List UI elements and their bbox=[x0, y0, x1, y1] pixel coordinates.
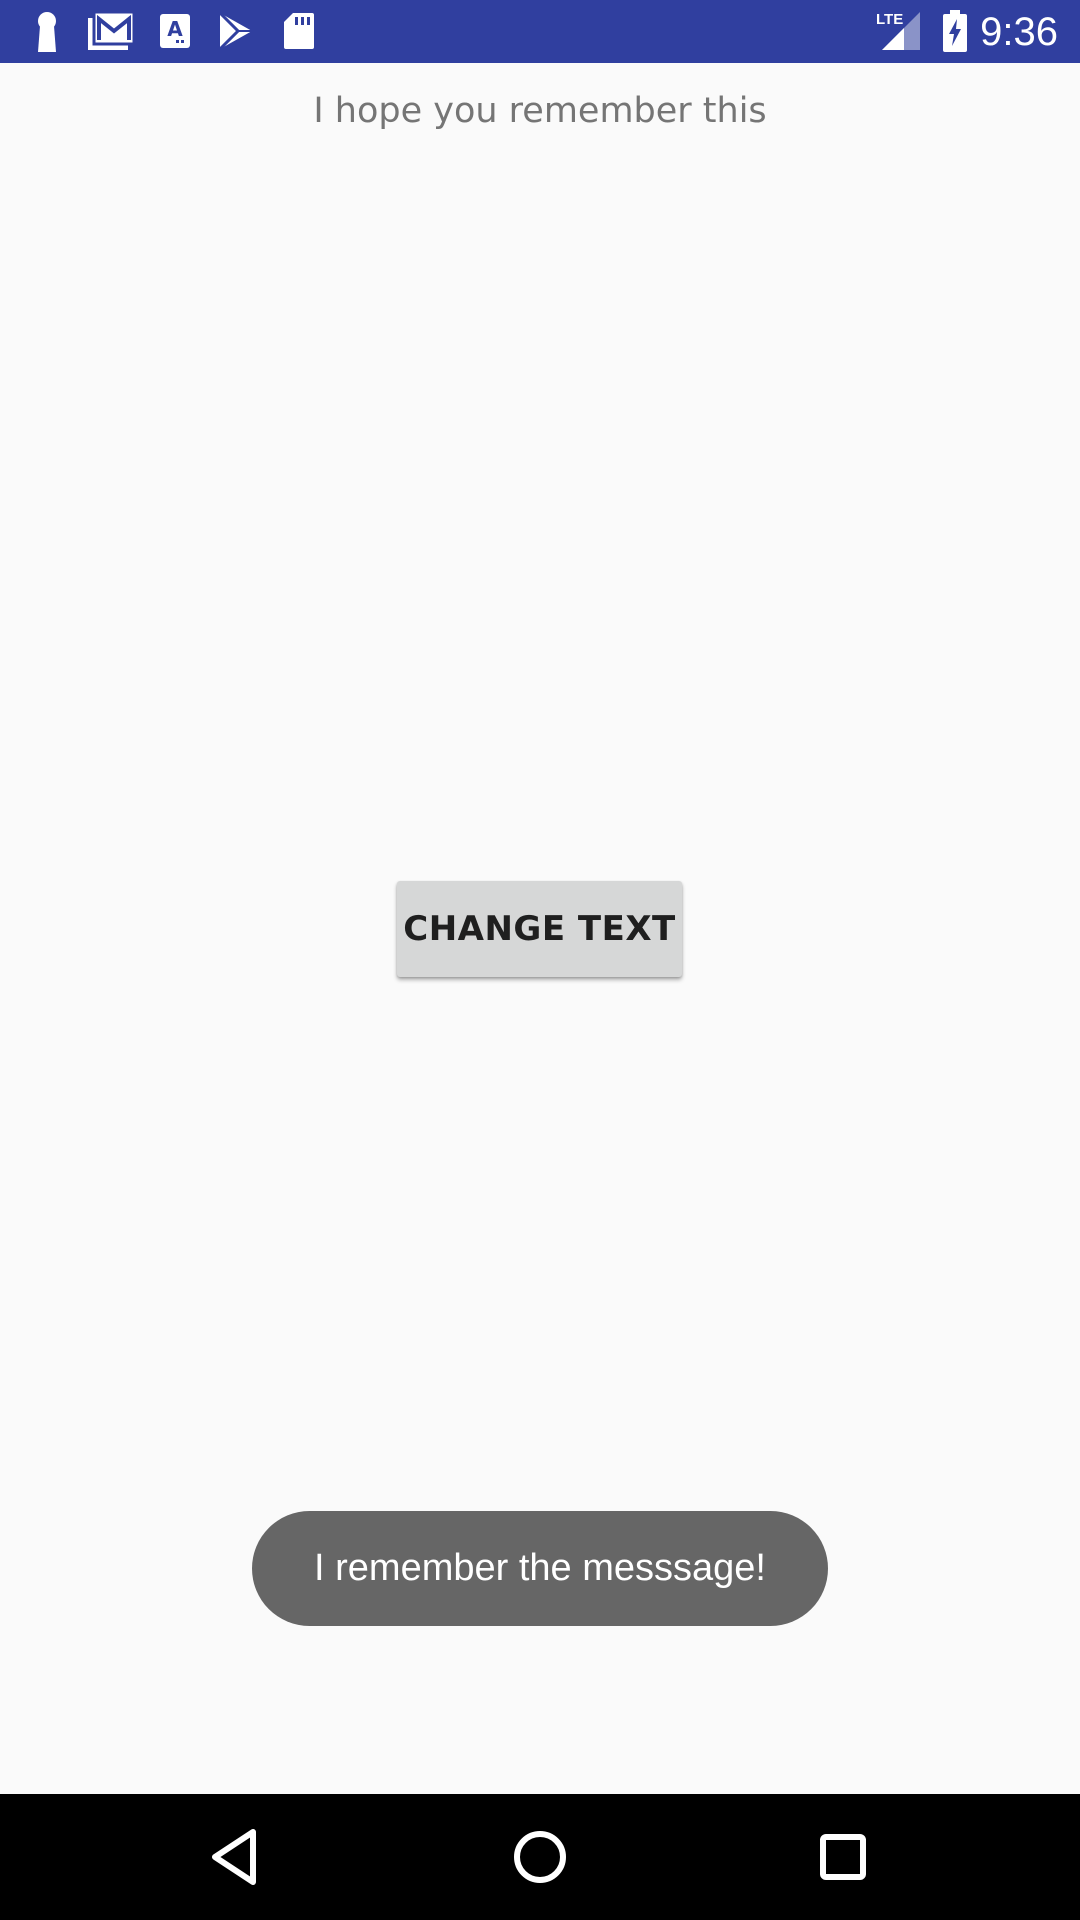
message-text: I hope you remember this bbox=[313, 91, 767, 131]
change-text-button[interactable]: CHANGE TEXT bbox=[397, 881, 682, 977]
lte-signal-icon: LTE bbox=[874, 10, 922, 50]
status-bar: A LTE 9:36 bbox=[0, 0, 1080, 63]
app-screen: A LTE 9:36 I hope you remember this CHAN… bbox=[0, 0, 1080, 1920]
lte-label: LTE bbox=[876, 11, 903, 28]
svg-text:A: A bbox=[167, 17, 183, 41]
sd-card-icon bbox=[283, 12, 315, 52]
toast-message: I remember the messsage! bbox=[252, 1511, 828, 1626]
a-font-icon: A bbox=[160, 12, 190, 52]
recents-icon[interactable] bbox=[808, 1822, 878, 1892]
gmail-icon bbox=[88, 12, 134, 52]
status-time: 9:36 bbox=[980, 10, 1058, 54]
battery-charging-icon bbox=[942, 10, 968, 52]
back-icon[interactable] bbox=[201, 1822, 271, 1892]
keyhole-icon bbox=[34, 12, 60, 52]
navigation-bar bbox=[0, 1794, 1080, 1920]
home-icon[interactable] bbox=[505, 1822, 575, 1892]
play-store-icon bbox=[218, 12, 254, 52]
